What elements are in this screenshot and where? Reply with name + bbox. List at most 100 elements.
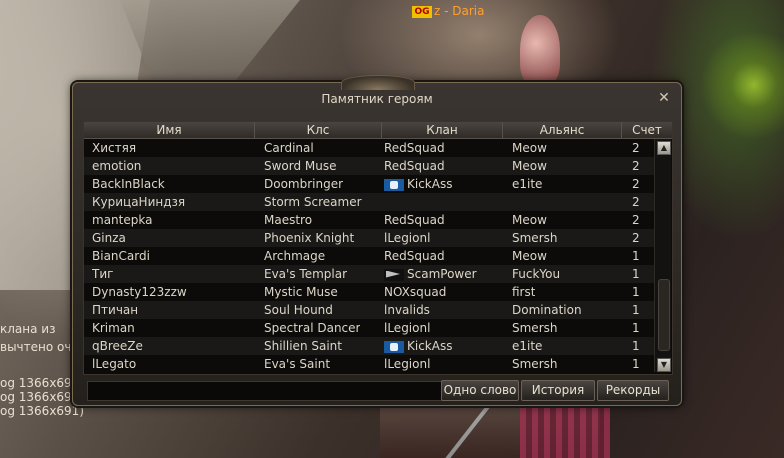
cell-clan: lLegionl — [384, 229, 430, 247]
cell-name: Kriman — [92, 319, 135, 337]
cell-name: emotion — [92, 157, 141, 175]
cell-clan: KickAss — [384, 175, 452, 193]
window-titlebar[interactable]: Памятник героям ✕ — [73, 75, 681, 113]
one-word-button[interactable]: Одно слово — [441, 380, 519, 401]
column-header-alliance[interactable]: Альянс — [503, 122, 622, 138]
cell-score-text: 1 — [632, 249, 640, 263]
cell-name-text: Ginza — [92, 231, 126, 245]
cell-score-text: 2 — [632, 177, 640, 191]
history-button[interactable]: История — [521, 380, 595, 401]
cell-clan-text: lLegionl — [384, 231, 431, 245]
cell-alliance-text: Meow — [512, 141, 547, 155]
search-input[interactable] — [87, 381, 443, 401]
cell-alliance-text: FuckYou — [512, 267, 561, 281]
table-row[interactable]: Kriman Spectral Dancer lLegionl Smersh 1 — [84, 319, 654, 337]
cell-class: Maestro — [264, 211, 312, 229]
cell-clan-text: RedSquad — [384, 249, 445, 263]
table-scrollbar[interactable]: ▲ ▼ — [654, 139, 671, 372]
table-row[interactable]: qBreeZe Shillien Saint KickAss e1ite 1 — [84, 337, 654, 355]
background-character-head — [520, 15, 560, 85]
cell-alliance: first — [512, 283, 535, 301]
cell-score-text: 1 — [632, 267, 640, 281]
cell-alliance: Domination — [512, 301, 582, 319]
cell-score-text: 1 — [632, 285, 640, 299]
scroll-down-icon[interactable]: ▼ — [657, 358, 671, 372]
scroll-up-icon[interactable]: ▲ — [657, 141, 671, 155]
cell-score: 1 — [632, 283, 640, 301]
column-header-class[interactable]: Клс — [255, 122, 382, 138]
records-button[interactable]: Рекорды — [597, 380, 669, 401]
cell-name-text: BackInBlack — [92, 177, 165, 191]
cell-class-text: Shillien Saint — [264, 339, 342, 353]
cell-name-text: BianCardi — [92, 249, 150, 263]
cell-class: Spectral Dancer — [264, 319, 360, 337]
table-row[interactable]: Ginza Phoenix Knight lLegionl Smersh 2 — [84, 229, 654, 247]
cell-clan: lnvalids — [384, 301, 430, 319]
cell-alliance: e1ite — [512, 337, 542, 355]
cell-name: Тиг — [92, 265, 113, 283]
cell-clan: RedSquad — [384, 157, 445, 175]
window-footer: Одно слово История Рекорды — [87, 380, 669, 401]
cell-name-text: Хистяя — [92, 141, 137, 155]
cell-clan-text: RedSquad — [384, 141, 445, 155]
character-name: z - Daria — [434, 4, 485, 18]
cell-alliance: Meow — [512, 157, 547, 175]
cell-class: Archmage — [264, 247, 325, 265]
cell-class-text: Maestro — [264, 213, 313, 227]
cell-clan-text: NOXsquad — [384, 285, 447, 299]
table-row[interactable]: Dynasty123zzw Mystic Muse NOXsquad first 1 — [84, 283, 654, 301]
cell-class: Cardinal — [264, 139, 314, 157]
cell-alliance: Smersh — [512, 355, 557, 373]
cell-class: Eva's Templar — [264, 265, 347, 283]
cell-class-text: Storm Screamer — [264, 195, 362, 209]
cell-name: mantepka — [92, 211, 152, 229]
cell-alliance: Smersh — [512, 229, 557, 247]
cell-name: Хистяя — [92, 139, 136, 157]
cell-name-text: emotion — [92, 159, 142, 173]
cell-clan: RedSquad — [384, 247, 445, 265]
cell-class-text: Mystic Muse — [264, 285, 338, 299]
cell-alliance: Meow — [512, 211, 547, 229]
cell-clan: lLegionl — [384, 319, 430, 337]
cell-score-text: 1 — [632, 303, 640, 317]
cell-name-text: Kriman — [92, 321, 135, 335]
cell-clan-text: ScamPower — [407, 267, 477, 281]
table-row[interactable]: BackInBlack Doombringer KickAss e1ite 2 — [84, 175, 654, 193]
clan-badge-icon: OG — [412, 5, 432, 18]
cell-score-text: 2 — [632, 141, 640, 155]
table-row[interactable]: КурицаНиндзя Storm Screamer 2 — [84, 193, 654, 211]
cell-alliance-text: Meow — [512, 159, 547, 173]
scroll-thumb[interactable] — [658, 279, 670, 351]
table-row[interactable]: BianCardi Archmage RedSquad Meow 1 — [84, 247, 654, 265]
cell-alliance-text: Smersh — [512, 357, 558, 371]
column-header-clan[interactable]: Клан — [382, 122, 503, 138]
player-nameplate[interactable]: OG z - Daria — [412, 4, 484, 18]
cell-score: 1 — [632, 301, 640, 319]
cell-name: КурицаНиндзя — [92, 193, 185, 211]
cell-score: 1 — [632, 247, 640, 265]
table-row[interactable]: Птичан Soul Hound lnvalids Domination 1 — [84, 301, 654, 319]
cell-class-text: Phoenix Knight — [264, 231, 355, 245]
column-header-score[interactable]: Счет — [622, 122, 672, 138]
cell-clan-text: RedSquad — [384, 159, 445, 173]
close-icon[interactable]: ✕ — [657, 91, 671, 105]
table-row[interactable]: mantepka Maestro RedSquad Meow 2 — [84, 211, 654, 229]
cell-clan-text: RedSquad — [384, 213, 445, 227]
table-row[interactable]: emotion Sword Muse RedSquad Meow 2 — [84, 157, 654, 175]
table-row[interactable]: Тиг Eva's Templar ScamPower FuckYou 1 — [84, 265, 654, 283]
cell-alliance: Smersh — [512, 319, 557, 337]
heroes-table: Имя Клс Клан Альянс Счет Хистяя Cardinal R… — [83, 121, 673, 375]
table-row[interactable]: lLegato Eva's Saint lLegionl Smersh 1 — [84, 355, 654, 373]
table-row[interactable]: Хистяя Cardinal RedSquad Meow 2 — [84, 139, 654, 157]
cell-class: Shillien Saint — [264, 337, 342, 355]
cell-name: Ginza — [92, 229, 126, 247]
cell-alliance: Meow — [512, 247, 547, 265]
cell-score: 2 — [632, 211, 640, 229]
cell-score-text: 2 — [632, 195, 640, 209]
cell-alliance: Meow — [512, 139, 547, 157]
column-header-name[interactable]: Имя — [84, 122, 255, 138]
cell-class: Phoenix Knight — [264, 229, 354, 247]
cell-class: Doombringer — [264, 175, 343, 193]
cell-score-text: 2 — [632, 231, 640, 245]
cell-score: 2 — [632, 157, 640, 175]
